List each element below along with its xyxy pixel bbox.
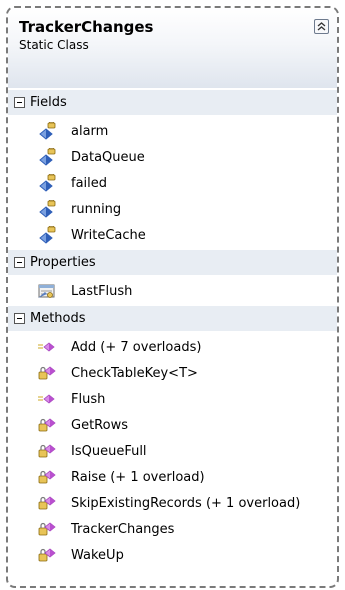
class-name: TrackerChanges [19, 18, 154, 36]
method-item[interactable]: IsQueueFull [8, 438, 337, 464]
field-label: DataQueue [71, 149, 145, 165]
method-item[interactable]: CheckTableKey<T> [8, 360, 337, 386]
field-item[interactable]: alarm [8, 118, 337, 144]
private-method-icon [37, 442, 57, 460]
method-item[interactable]: Raise (+ 1 overload) [8, 464, 337, 490]
private-method-icon [37, 416, 57, 434]
private-field-icon [37, 174, 57, 192]
public-method-icon [37, 338, 57, 356]
method-label: GetRows [71, 417, 128, 433]
field-label: running [71, 201, 122, 217]
property-item[interactable]: LastFlush [8, 278, 337, 304]
field-label: failed [71, 175, 108, 191]
method-label: CheckTableKey<T> [71, 365, 198, 381]
method-item[interactable]: Flush [8, 386, 337, 412]
private-field-icon [37, 226, 57, 244]
class-shape[interactable]: TrackerChanges Static Class Fields alarm [6, 6, 339, 588]
class-header: TrackerChanges Static Class [8, 8, 337, 88]
private-field-icon [37, 122, 57, 140]
field-label: WriteCache [71, 227, 146, 243]
method-label: SkipExistingRecords (+ 1 overload) [71, 495, 301, 511]
properties-section-label: Properties [30, 255, 96, 270]
method-item[interactable]: Add (+ 7 overloads) [8, 334, 337, 360]
private-method-icon [37, 468, 57, 486]
private-field-icon [37, 148, 57, 166]
class-kind: Static Class [19, 38, 89, 52]
methods-list: Add (+ 7 overloads) CheckTableKey<T> Flu… [8, 331, 337, 570]
field-item[interactable]: running [8, 196, 337, 222]
method-item[interactable]: TrackerChanges [8, 516, 337, 542]
field-label: alarm [71, 123, 109, 139]
fields-section-label: Fields [30, 95, 67, 110]
double-chevron-up-icon[interactable] [314, 19, 329, 34]
private-method-icon [37, 494, 57, 512]
method-label: Add (+ 7 overloads) [71, 339, 202, 355]
minus-toggle-icon[interactable] [14, 257, 25, 268]
fields-section-header[interactable]: Fields [8, 90, 337, 115]
methods-section-label: Methods [30, 311, 86, 326]
field-item[interactable]: failed [8, 170, 337, 196]
method-label: TrackerChanges [71, 521, 175, 537]
public-method-icon [37, 390, 57, 408]
private-method-icon [37, 520, 57, 538]
property-label: LastFlush [71, 283, 133, 299]
private-method-icon [37, 364, 57, 382]
fields-list: alarm DataQueue failed running WriteCach… [8, 115, 337, 250]
property-icon [37, 282, 57, 300]
properties-section-header[interactable]: Properties [8, 250, 337, 275]
method-label: Raise (+ 1 overload) [71, 469, 205, 485]
method-label: WakeUp [71, 547, 124, 563]
private-method-icon [37, 546, 57, 564]
method-item[interactable]: GetRows [8, 412, 337, 438]
field-item[interactable]: DataQueue [8, 144, 337, 170]
method-label: IsQueueFull [71, 443, 147, 459]
field-item[interactable]: WriteCache [8, 222, 337, 248]
properties-list: LastFlush [8, 275, 337, 306]
private-field-icon [37, 200, 57, 218]
method-item[interactable]: WakeUp [8, 542, 337, 568]
minus-toggle-icon[interactable] [14, 97, 25, 108]
method-item[interactable]: SkipExistingRecords (+ 1 overload) [8, 490, 337, 516]
methods-section-header[interactable]: Methods [8, 306, 337, 331]
minus-toggle-icon[interactable] [14, 313, 25, 324]
method-label: Flush [71, 391, 106, 407]
